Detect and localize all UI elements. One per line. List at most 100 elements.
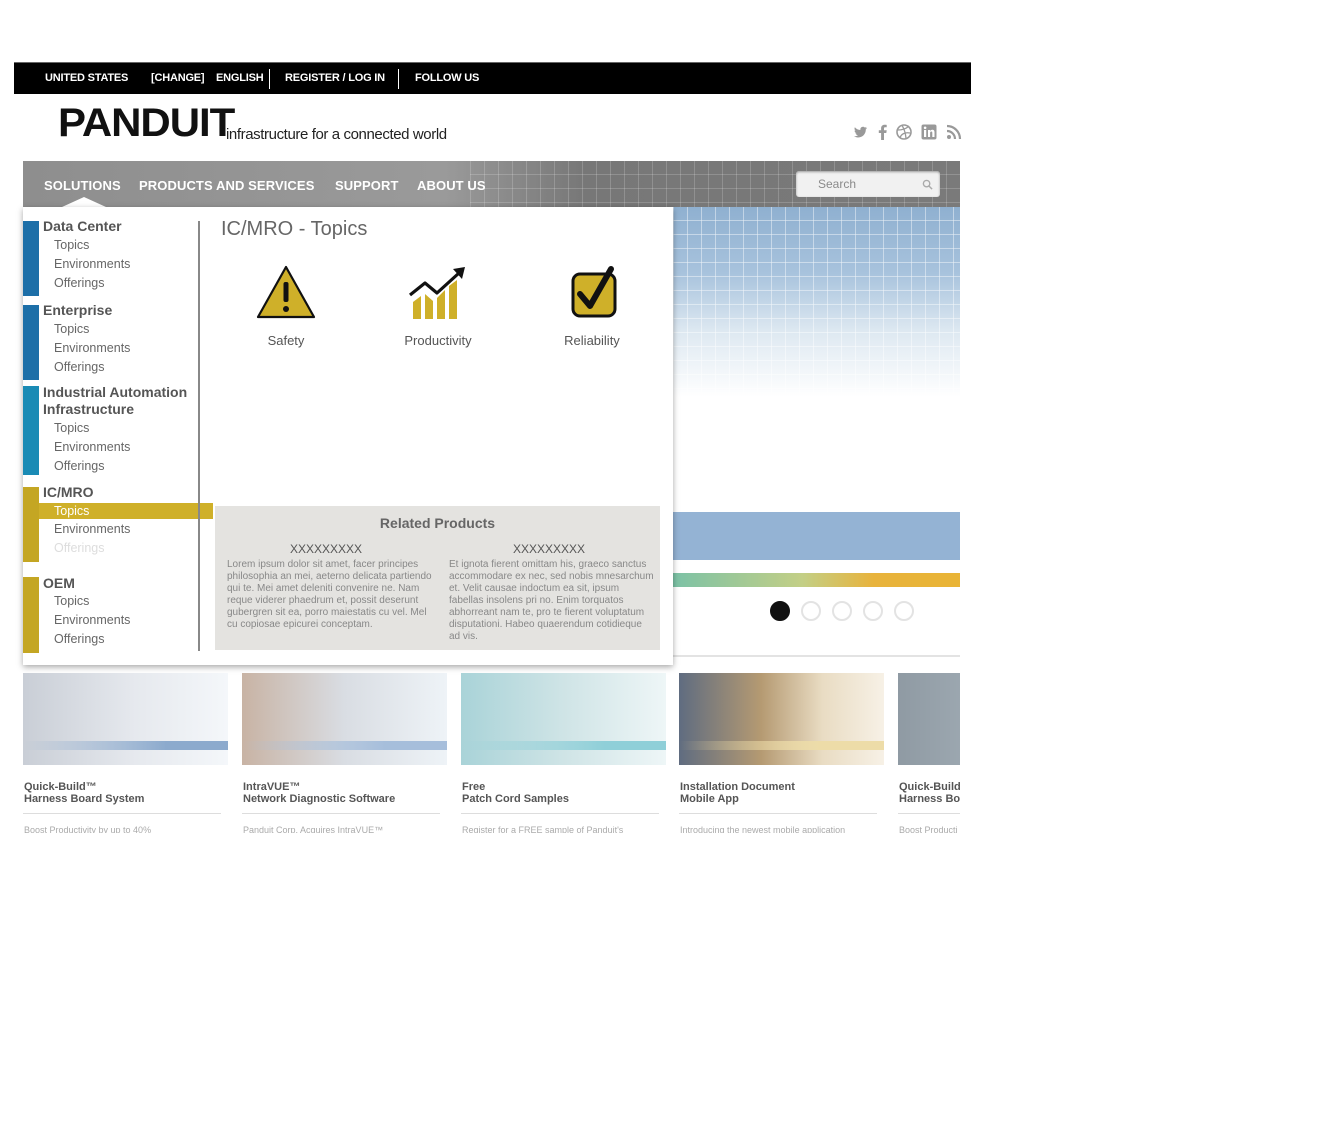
hero-color-stripe — [673, 573, 960, 587]
enterprise-environments[interactable]: Environments — [54, 341, 130, 355]
data-center-offerings[interactable]: Offerings — [54, 276, 105, 290]
category-color-bar — [23, 487, 39, 562]
language-selector[interactable]: ENGLISH — [216, 72, 264, 84]
topic-label: Productivity — [404, 333, 472, 348]
promo-band — [23, 741, 228, 750]
category-ic-mro[interactable]: IC/MRO — [43, 484, 94, 501]
search-input[interactable] — [816, 176, 930, 192]
divider — [269, 69, 270, 89]
divider — [398, 69, 399, 89]
enterprise-offerings[interactable]: Offerings — [54, 360, 105, 374]
related-products-title: Related Products — [379, 515, 496, 531]
hero-pattern — [673, 207, 960, 397]
promo-card[interactable]: Quick-Build™ Harness Board System Boost P… — [23, 673, 228, 833]
topic-reliability[interactable]: Reliability — [537, 264, 647, 348]
oem-environments[interactable]: Environments — [54, 613, 130, 627]
topic-productivity[interactable]: Productivity — [383, 264, 493, 348]
promo-teaser: Introducing the newest mobile applicatio… — [680, 825, 846, 833]
promo-card[interactable]: Installation Document Mobile App Introduc… — [679, 673, 884, 833]
oem-offerings[interactable]: Offerings — [54, 632, 105, 646]
promo-divider — [679, 813, 877, 814]
menu-divider — [198, 221, 200, 651]
nav-about-us[interactable]: ABOUT US — [417, 178, 486, 193]
promo-band — [242, 741, 447, 750]
promo-title: IntraVUE™ Network Diagnostic Software — [243, 781, 396, 805]
category-color-bar — [23, 305, 39, 380]
menu-pointer — [62, 197, 106, 207]
promo-title: Quick-Build™Harness Boa — [899, 781, 960, 805]
related-product-description: Lorem ipsum dolor sit amet, facer princi… — [227, 559, 432, 630]
carousel-dot-4[interactable] — [863, 601, 883, 621]
promo-image — [898, 673, 960, 765]
industrial-offerings[interactable]: Offerings — [54, 459, 105, 473]
promo-title: Installation Document Mobile App — [680, 781, 795, 805]
linkedin-icon[interactable] — [921, 124, 937, 140]
warning-icon — [256, 265, 316, 319]
solutions-mega-menu: Data Center Topics Environments Offering… — [23, 207, 673, 665]
ic-mro-topics-selected[interactable]: Topics — [39, 503, 213, 519]
panduit-logo[interactable]: PANDUIT — [58, 101, 235, 145]
promo-teaser: Boost Productivity by up to 40% — [24, 825, 152, 833]
category-color-bar — [23, 386, 39, 475]
promo-divider — [461, 813, 659, 814]
topic-label: Reliability — [564, 333, 620, 348]
promo-title: Free Patch Cord Samples — [462, 781, 569, 805]
oem-topics[interactable]: Topics — [54, 594, 89, 608]
top-utility-bar: UNITED STATES [CHANGE] ENGLISH REGISTER … — [14, 62, 971, 94]
promo-teaser: Panduit Corp. Acquires IntraVUE™ — [243, 825, 384, 833]
dribbble-icon[interactable] — [896, 124, 912, 140]
carousel-dot-1[interactable] — [770, 601, 790, 621]
nav-solutions[interactable]: SOLUTIONS — [44, 178, 121, 193]
checkbox-check-icon — [571, 266, 617, 318]
promo-card[interactable]: Quick-Build™Harness Boa Boost Producti — [898, 673, 960, 833]
twitter-icon[interactable] — [852, 124, 868, 140]
register-login-link[interactable]: REGISTER / LOG IN — [285, 72, 385, 84]
search-box[interactable] — [796, 171, 940, 197]
follow-us-label: FOLLOW US — [415, 72, 480, 84]
related-product-description: Et ignota fierent omittam his, graeco sa… — [449, 559, 654, 642]
related-product-name[interactable]: XXXXXXXXX — [290, 542, 362, 556]
carousel-dot-5[interactable] — [894, 601, 914, 621]
nav-products-and-services[interactable]: PRODUCTS AND SERVICES — [139, 178, 314, 193]
topic-label: Safety — [267, 333, 305, 348]
section-divider — [673, 655, 960, 657]
promo-teaser: Register for a FREE sample of Panduit's — [462, 825, 624, 833]
promo-band — [679, 741, 884, 750]
ic-mro-offerings[interactable]: Offerings — [54, 541, 105, 555]
search-icon[interactable] — [922, 179, 933, 190]
promo-image — [461, 673, 666, 765]
promo-image — [242, 673, 447, 765]
enterprise-topics[interactable]: Topics — [54, 322, 89, 336]
panel-title: IC/MRO - Topics — [221, 218, 368, 240]
industrial-topics[interactable]: Topics — [54, 421, 89, 435]
facebook-icon[interactable] — [875, 124, 891, 140]
tagline: infrastructure for a connected world — [226, 126, 447, 143]
category-data-center[interactable]: Data Center — [43, 218, 122, 235]
related-products-box: Related Products XXXXXXXXX Lorem ipsum d… — [215, 506, 660, 650]
category-oem[interactable]: OEM — [43, 575, 75, 592]
category-color-bar — [23, 221, 39, 296]
chart-growth-icon — [409, 267, 465, 319]
topic-safety[interactable]: Safety — [231, 264, 341, 348]
promo-card[interactable]: Free Patch Cord Samples Register for a FR… — [461, 673, 666, 833]
promo-divider — [242, 813, 440, 814]
promo-title: Quick-Build™ Harness Board System — [24, 781, 145, 805]
country-label: UNITED STATES — [45, 72, 129, 84]
related-product-name[interactable]: XXXXXXXXX — [513, 542, 585, 556]
category-enterprise[interactable]: Enterprise — [43, 302, 112, 319]
nav-support[interactable]: SUPPORT — [335, 178, 399, 193]
promo-image — [679, 673, 884, 765]
category-industrial-automation[interactable]: Industrial Automation Infrastructure — [43, 384, 193, 418]
promo-image — [23, 673, 228, 765]
promo-teaser: Boost Producti — [899, 825, 958, 833]
carousel-dot-3[interactable] — [832, 601, 852, 621]
carousel-dot-2[interactable] — [801, 601, 821, 621]
industrial-environments[interactable]: Environments — [54, 440, 130, 454]
promo-card[interactable]: IntraVUE™ Network Diagnostic Software Pan… — [242, 673, 447, 833]
ic-mro-environments[interactable]: Environments — [54, 522, 130, 536]
data-center-environments[interactable]: Environments — [54, 257, 130, 271]
data-center-topics[interactable]: Topics — [54, 238, 89, 252]
category-color-bar — [23, 577, 39, 653]
rss-icon[interactable] — [946, 124, 962, 140]
change-country-link[interactable]: [CHANGE] — [151, 72, 205, 84]
